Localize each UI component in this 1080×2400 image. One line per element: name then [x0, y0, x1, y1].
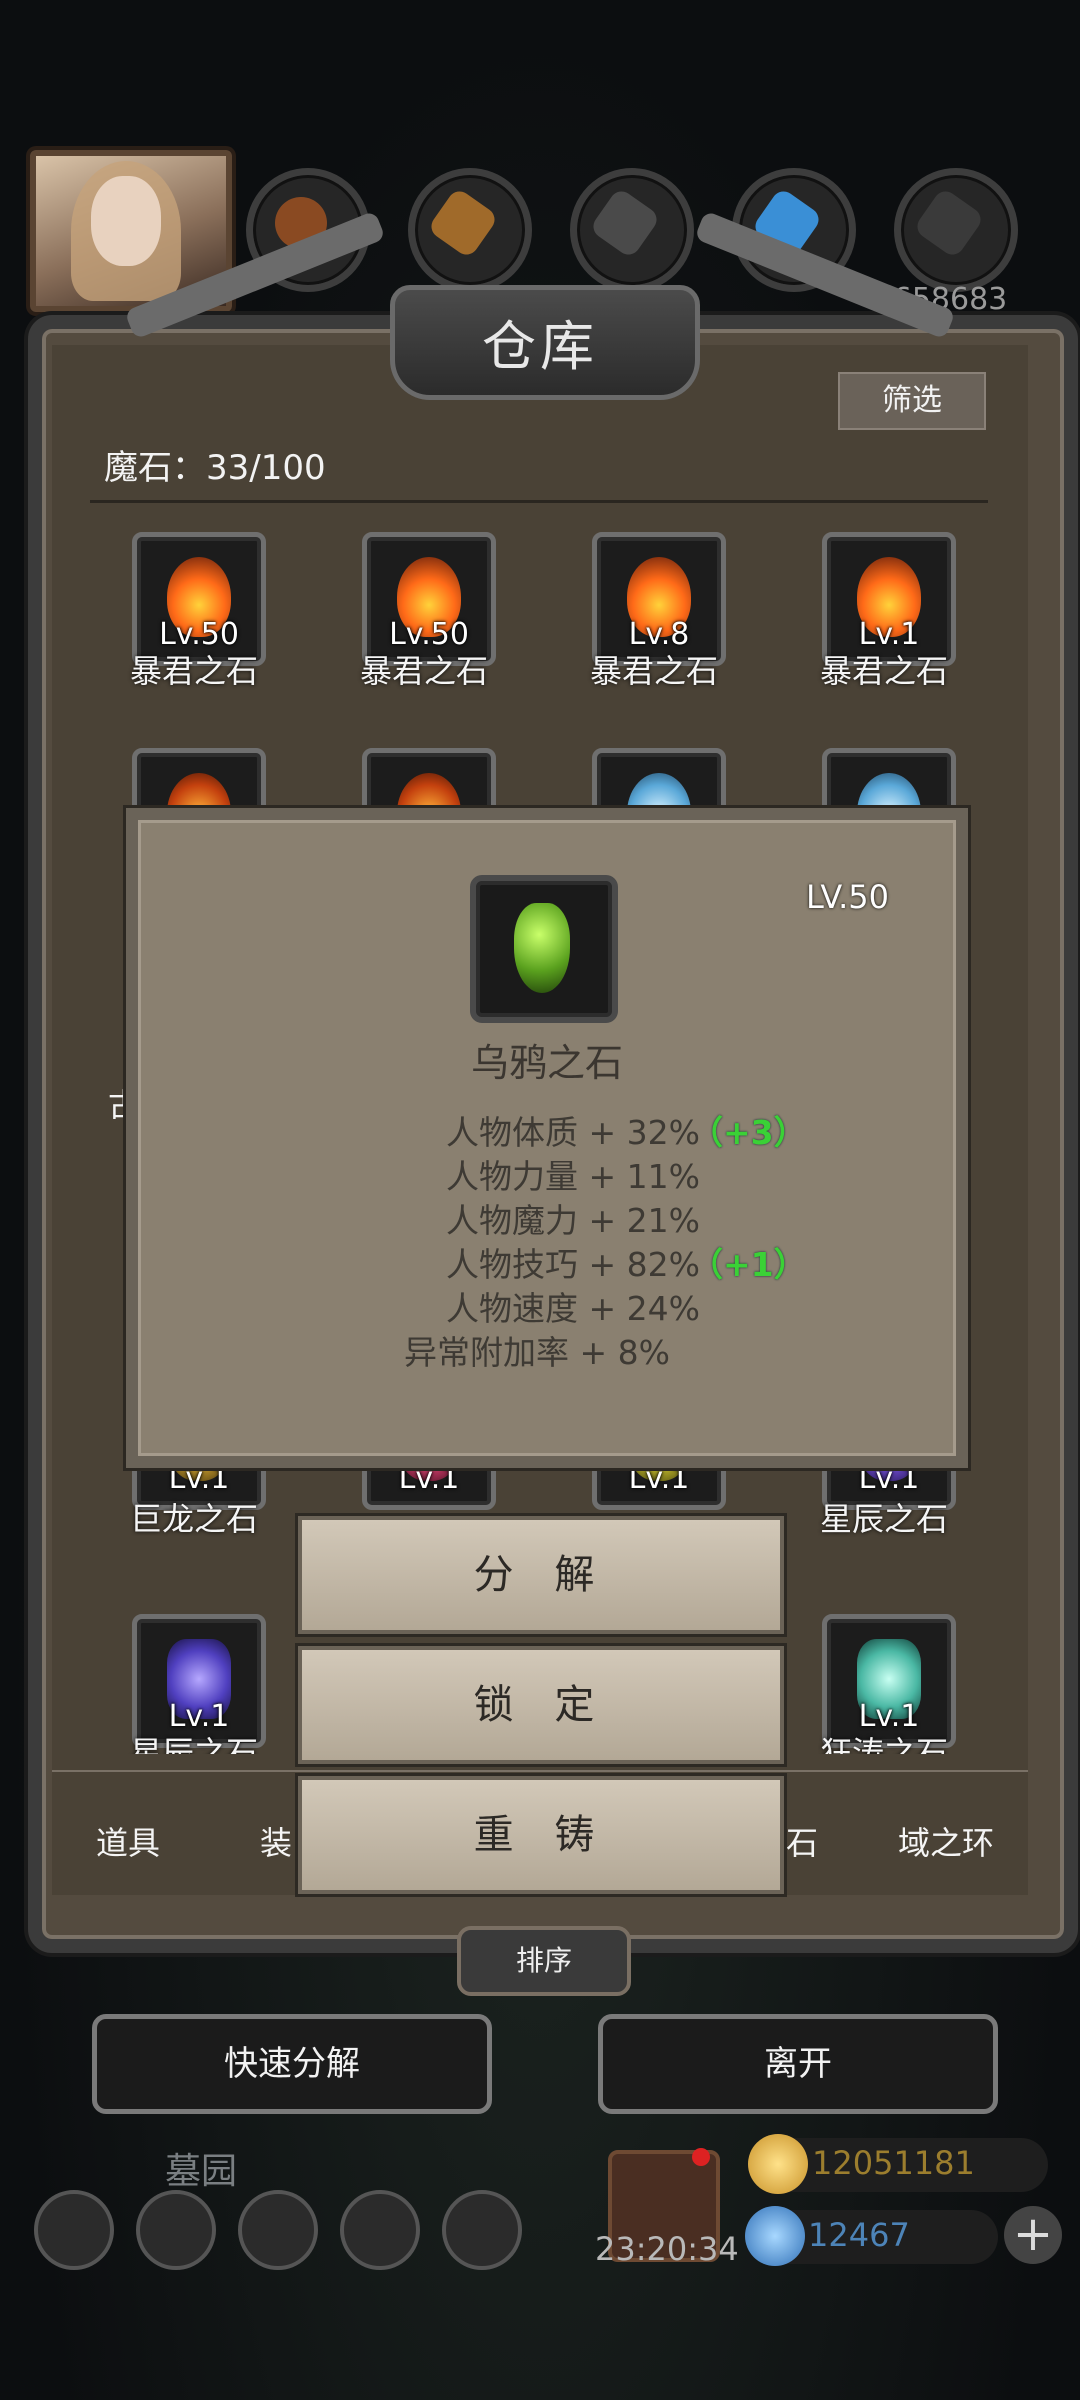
- slot-name: 巨龙之石: [129, 1500, 258, 1538]
- sword-icon[interactable]: [442, 2190, 522, 2270]
- slot-name: 暴君之石: [819, 652, 948, 690]
- settings-icon[interactable]: [34, 2190, 114, 2270]
- avatar-face: [91, 176, 161, 266]
- book-icon[interactable]: [238, 2190, 318, 2270]
- slot-name: 暴君之石: [359, 652, 488, 690]
- gem-icon: [745, 2206, 805, 2266]
- stat-bonus: （+3）: [690, 1113, 807, 1152]
- event-timer: 23:20:34: [595, 2230, 739, 2268]
- recast-button[interactable]: 重 铸: [298, 1776, 784, 1894]
- stat-line: 异常附加率 + 8%: [404, 1333, 670, 1372]
- popup-stone-name: 乌鸦之石: [470, 1041, 623, 1085]
- add-gems-button[interactable]: +: [1004, 2206, 1062, 2264]
- tab-magic-stone[interactable]: 石: [786, 1818, 818, 1864]
- slot-name: 星辰之石: [129, 1734, 258, 1754]
- iron-icon[interactable]: [570, 168, 694, 292]
- star-menu-icon[interactable]: [136, 2190, 216, 2270]
- stat-bonus: （+1）: [690, 1245, 807, 1284]
- stat-line: 人物技巧 + 82%: [446, 1245, 700, 1284]
- tab-equipment[interactable]: 装: [260, 1818, 292, 1864]
- slot-name: 暴君之石: [589, 652, 718, 690]
- crow-stone-icon: [470, 875, 618, 1023]
- slot-name: 暴君之石: [129, 652, 258, 690]
- location-label: 墓园: [165, 2151, 238, 2192]
- magic-stone-capacity: 魔石：33/100: [104, 448, 326, 488]
- stat-line: 人物力量 + 11%: [446, 1157, 700, 1196]
- divider: [90, 500, 988, 503]
- tab-items[interactable]: 道具: [96, 1818, 160, 1864]
- stat-line: 人物体质 + 32%: [446, 1113, 700, 1152]
- ore-icon[interactable]: [894, 168, 1018, 292]
- filter-button[interactable]: 筛选: [838, 372, 986, 430]
- gold-coin-icon: [748, 2134, 808, 2194]
- page-title: 仓库: [482, 315, 598, 378]
- stat-line: 人物速度 + 24%: [446, 1289, 700, 1328]
- mail-icon[interactable]: [340, 2190, 420, 2270]
- tab-divider: [52, 1770, 1028, 1772]
- lock-button[interactable]: 锁 定: [298, 1646, 784, 1764]
- slot-name: 星辰之石: [819, 1500, 948, 1538]
- leave-button[interactable]: 离开: [598, 2014, 998, 2114]
- stat-line: 人物魔力 + 21%: [446, 1201, 700, 1240]
- sort-button[interactable]: 排序: [457, 1926, 631, 1996]
- gem-amount: 12467: [808, 2216, 910, 2254]
- plank-icon[interactable]: [408, 168, 532, 292]
- gold-amount: 12051181: [812, 2144, 975, 2182]
- slot-name: 狂涛之石: [819, 1734, 948, 1754]
- popup-level: LV.50: [806, 878, 889, 916]
- notification-dot: [692, 2148, 710, 2166]
- quick-decompose-button[interactable]: 快速分解: [92, 2014, 492, 2114]
- tab-domain-ring[interactable]: 域之环: [898, 1818, 994, 1864]
- decompose-button[interactable]: 分 解: [298, 1516, 784, 1634]
